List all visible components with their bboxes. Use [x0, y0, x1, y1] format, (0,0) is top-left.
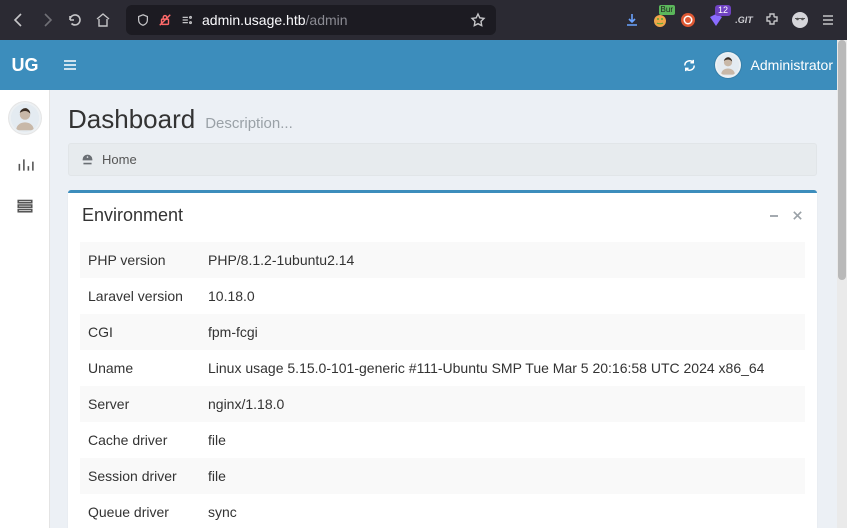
refresh-button[interactable]	[682, 58, 697, 73]
env-value: 10.18.0	[200, 278, 805, 314]
extension-duckduckgo-icon[interactable]	[679, 11, 697, 29]
env-key: Cache driver	[80, 422, 200, 458]
address-bar[interactable]: admin.usage.htb/admin	[126, 5, 496, 35]
scrollbar[interactable]	[837, 40, 847, 528]
env-key: Session driver	[80, 458, 200, 494]
home-button[interactable]	[94, 11, 112, 29]
table-row: Queue driversync	[80, 494, 805, 528]
bookmark-star-icon[interactable]	[470, 12, 486, 28]
app-menu-button[interactable]	[819, 11, 837, 29]
env-key: Laravel version	[80, 278, 200, 314]
back-button[interactable]	[10, 11, 28, 29]
sidebar-item-dashboard[interactable]	[16, 156, 34, 174]
env-key: Queue driver	[80, 494, 200, 528]
table-row: Session driverfile	[80, 458, 805, 494]
url-text: admin.usage.htb/admin	[202, 12, 462, 28]
app-logo[interactable]: UG	[0, 40, 50, 90]
environment-panel: Environment PHP versionPHP/8.1.2-1ubuntu…	[68, 190, 817, 528]
env-value: fpm-fcgi	[200, 314, 805, 350]
download-icon[interactable]	[623, 11, 641, 29]
table-row: Servernginx/1.18.0	[80, 386, 805, 422]
reload-button[interactable]	[66, 11, 84, 29]
user-avatar	[715, 52, 741, 78]
env-value: file	[200, 422, 805, 458]
user-menu[interactable]: Administrator	[715, 52, 833, 78]
env-key: Server	[80, 386, 200, 422]
env-key: CGI	[80, 314, 200, 350]
env-value: file	[200, 458, 805, 494]
sidebar-avatar[interactable]	[9, 102, 41, 134]
shield-icon	[136, 13, 150, 27]
env-value: PHP/8.1.2-1ubuntu2.14	[200, 242, 805, 278]
breadcrumb-home[interactable]: Home	[102, 152, 137, 167]
extensions-button[interactable]	[763, 11, 781, 29]
table-row: Laravel version10.18.0	[80, 278, 805, 314]
page-title: Dashboard	[68, 104, 195, 135]
extension-git-icon[interactable]: .GIT	[735, 11, 753, 29]
extension-burp-icon[interactable]: Bur	[651, 11, 669, 29]
forward-button[interactable]	[38, 11, 56, 29]
table-row: UnameLinux usage 5.15.0-101-generic #111…	[80, 350, 805, 386]
page-description: Description...	[205, 115, 293, 132]
env-value: Linux usage 5.15.0-101-generic #111-Ubun…	[200, 350, 805, 386]
user-name: Administrator	[751, 57, 833, 73]
env-value: nginx/1.18.0	[200, 386, 805, 422]
extension-purple-icon[interactable]: 12	[707, 11, 725, 29]
extension-burp-badge: Bur	[659, 5, 675, 15]
extension-purple-badge: 12	[715, 5, 731, 16]
breadcrumb: Home	[68, 143, 817, 176]
sidebar-toggle-button[interactable]	[50, 40, 90, 90]
panel-title: Environment	[82, 205, 183, 226]
browser-toolbar: admin.usage.htb/admin Bur 12 .GIT	[0, 0, 847, 40]
table-row: CGIfpm-fcgi	[80, 314, 805, 350]
sidebar	[0, 90, 50, 528]
table-row: PHP versionPHP/8.1.2-1ubuntu2.14	[80, 242, 805, 278]
sidebar-item-admin[interactable]	[16, 196, 34, 214]
insecure-lock-icon	[158, 13, 172, 27]
dashboard-icon	[81, 153, 94, 166]
environment-table: PHP versionPHP/8.1.2-1ubuntu2.14Laravel …	[80, 242, 805, 528]
panel-collapse-button[interactable]	[768, 210, 780, 222]
permissions-icon	[180, 13, 194, 27]
env-key: PHP version	[80, 242, 200, 278]
table-row: Cache driverfile	[80, 422, 805, 458]
top-navbar: UG Administrator	[0, 40, 847, 90]
account-icon[interactable]	[791, 11, 809, 29]
env-value: sync	[200, 494, 805, 528]
content-area: Dashboard Description... Home Environmen…	[50, 90, 837, 528]
env-key: Uname	[80, 350, 200, 386]
panel-close-button[interactable]	[792, 210, 803, 222]
